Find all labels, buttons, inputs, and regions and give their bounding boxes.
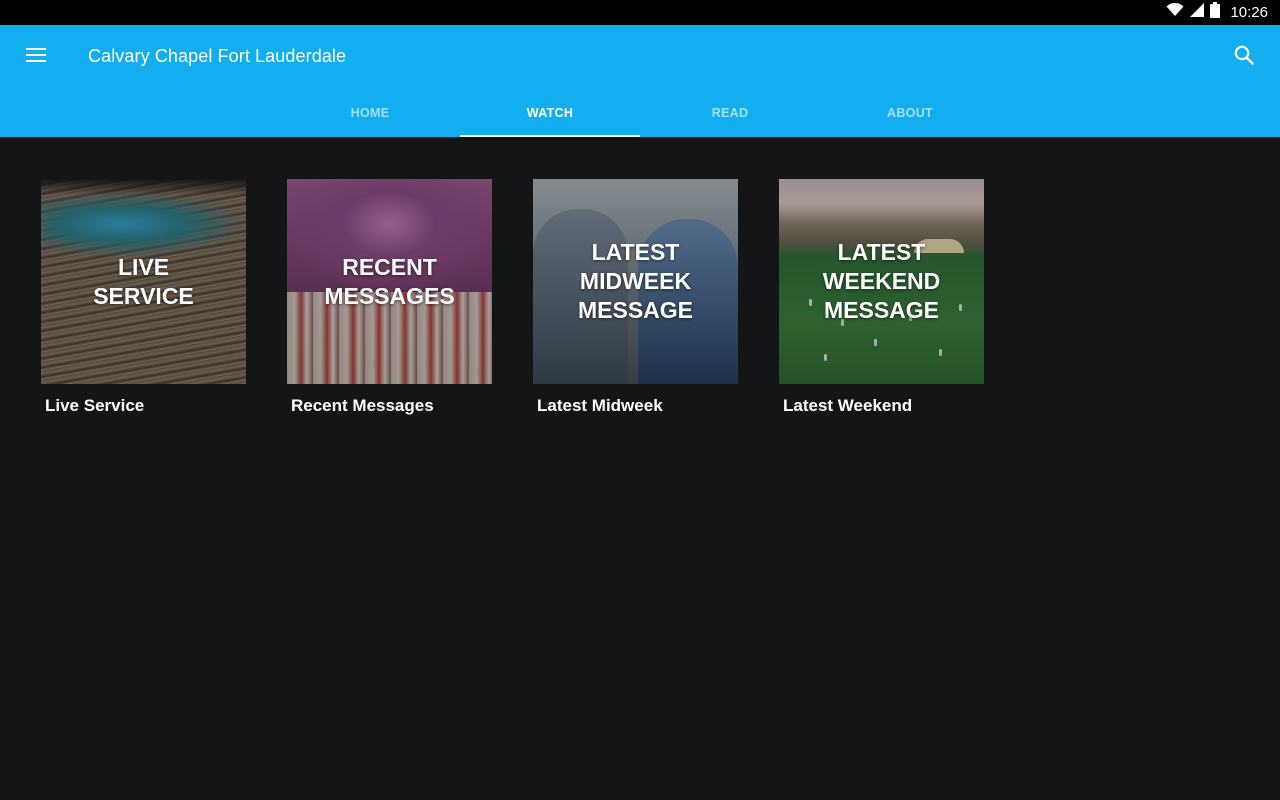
recent-messages-thumbnail[interactable]: RECENT MESSAGES xyxy=(287,179,492,384)
latest-weekend-thumbnail[interactable]: LATEST WEEKEND MESSAGE xyxy=(779,179,984,384)
thumbnail-caption: LIVE SERVICE xyxy=(93,253,194,309)
status-time: 10:26 xyxy=(1230,4,1268,21)
thumbnail-caption: LATEST WEEKEND MESSAGE xyxy=(822,239,941,323)
wifi-icon xyxy=(1166,2,1184,22)
search-icon xyxy=(1234,45,1254,70)
watch-grid: LIVE SERVICE Live Service RECENT MESSAGE… xyxy=(41,179,984,416)
status-bar: 10:26 xyxy=(0,0,1280,25)
signal-icon xyxy=(1190,3,1205,22)
status-icons: 10:26 xyxy=(1166,0,1268,25)
thumbnail-caption: LATEST MIDWEEK MESSAGE xyxy=(577,239,694,323)
menu-button[interactable] xyxy=(16,37,56,77)
latest-midweek-thumbnail[interactable]: LATEST MIDWEEK MESSAGE xyxy=(533,179,738,384)
tab-home[interactable]: HOME xyxy=(280,89,460,137)
card-label[interactable]: Latest Weekend xyxy=(779,396,984,416)
app-bar: Calvary Chapel Fort Lauderdale HOME WATC… xyxy=(0,25,1280,137)
card-label[interactable]: Latest Midweek xyxy=(533,396,738,416)
card-label[interactable]: Recent Messages xyxy=(287,396,492,416)
card-latest-weekend[interactable]: LATEST WEEKEND MESSAGE Latest Weekend xyxy=(779,179,984,416)
battery-icon xyxy=(1210,2,1221,23)
card-live-service[interactable]: LIVE SERVICE Live Service xyxy=(41,179,246,416)
search-button[interactable] xyxy=(1224,37,1264,77)
tab-watch[interactable]: WATCH xyxy=(460,89,640,137)
tab-read[interactable]: READ xyxy=(640,89,820,137)
tab-bar: HOME WATCH READ ABOUT xyxy=(280,89,1000,137)
card-label[interactable]: Live Service xyxy=(41,396,246,416)
tab-about[interactable]: ABOUT xyxy=(820,89,1000,137)
app-title: Calvary Chapel Fort Lauderdale xyxy=(88,46,347,66)
card-latest-midweek[interactable]: LATEST MIDWEEK MESSAGE Latest Midweek xyxy=(533,179,738,416)
card-recent-messages[interactable]: RECENT MESSAGES Recent Messages xyxy=(287,179,492,416)
hamburger-menu-icon xyxy=(26,47,46,68)
thumbnail-caption: RECENT MESSAGES xyxy=(324,253,455,309)
live-service-thumbnail[interactable]: LIVE SERVICE xyxy=(41,179,246,384)
